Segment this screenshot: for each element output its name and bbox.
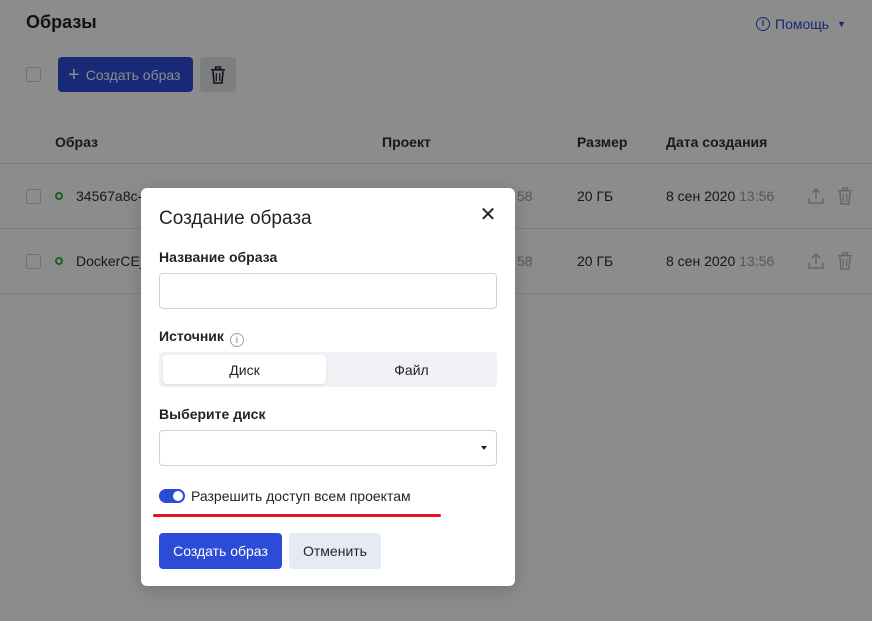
allow-all-projects-toggle[interactable] [159, 489, 185, 503]
images-page: Образы i Помощь ▼ + Создать образ Образ … [0, 0, 872, 621]
source-option-file[interactable]: Файл [330, 355, 493, 384]
close-icon[interactable]: ✕ [479, 205, 497, 225]
source-label-text: Источник [159, 328, 224, 344]
allow-all-projects-label: Разрешить доступ всем проектам [191, 488, 411, 504]
source-switch: Диск Файл [159, 352, 497, 387]
disk-select-label: Выберите диск [159, 406, 266, 422]
source-option-disk[interactable]: Диск [163, 355, 326, 384]
disk-select[interactable] [159, 430, 497, 466]
submit-create-image-button[interactable]: Создать образ [159, 533, 282, 569]
info-icon[interactable]: i [229, 333, 244, 347]
highlight-underline [153, 514, 441, 517]
cancel-button[interactable]: Отменить [289, 533, 381, 569]
chevron-down-icon [481, 446, 487, 450]
dialog-title: Создание образа [159, 208, 312, 229]
toggle-knob [173, 491, 183, 501]
image-name-input[interactable] [159, 273, 497, 309]
create-image-dialog: Создание образа ✕ Название образа Источн… [141, 188, 515, 586]
source-label: Источник i [159, 328, 244, 347]
image-name-label: Название образа [159, 249, 278, 265]
